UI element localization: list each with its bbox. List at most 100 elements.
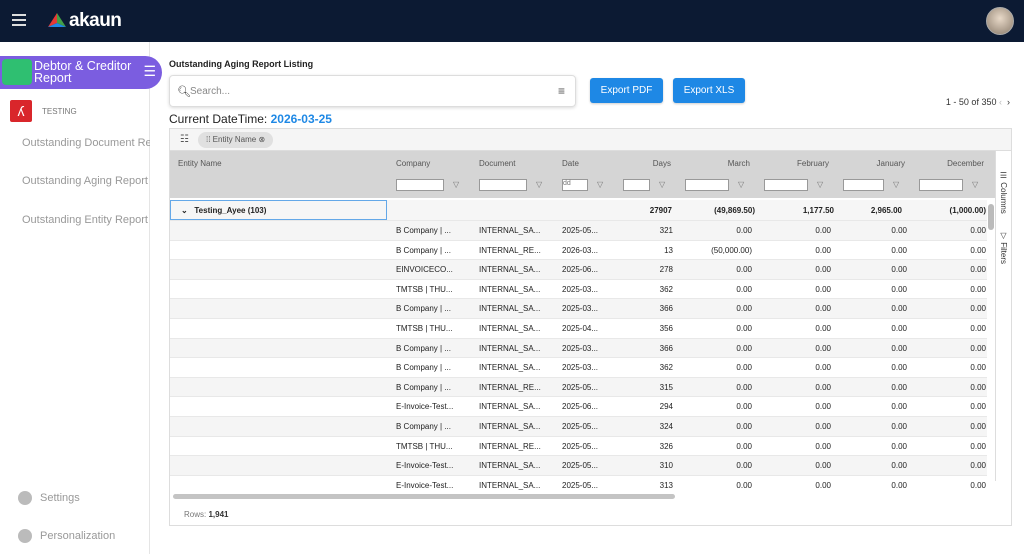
table-cell: 313 (659, 480, 673, 490)
sidebar-item-outstanding-aging[interactable]: Outstanding Aging Report (22, 175, 150, 187)
app-title[interactable]: Debtor & Creditor Report ☰ (0, 56, 162, 89)
column-header[interactable]: Company (396, 159, 465, 168)
table-cell: 326 (659, 441, 673, 451)
table-cell: 2025-05... (562, 226, 599, 235)
table-cell: INTERNAL_SA... (479, 343, 541, 353)
collapse-menu-icon[interactable]: ☰ (143, 64, 156, 78)
table-cell: 0.00 (970, 343, 986, 353)
table-cell: 2025-05... (562, 480, 599, 490)
next-page-icon[interactable]: › (1007, 97, 1010, 107)
column-header[interactable]: Document (479, 159, 548, 168)
table-row[interactable]: TMTSB | THU... INTERNAL_RE... 2025-05... 32… (170, 435, 987, 456)
table-row[interactable]: B Company | ... INTERNAL_SA... 2025-03... 3… (170, 337, 987, 358)
column-header[interactable]: December (919, 159, 984, 168)
column-filter-input[interactable] (843, 179, 884, 191)
table-cell: B Company | ... (396, 343, 451, 353)
section-testing: ʎ TESTING (10, 100, 77, 122)
column-filter-input[interactable] (623, 179, 650, 191)
column-filter-input[interactable]: dd (562, 179, 588, 191)
filter-icon[interactable]: ▽ (597, 180, 603, 189)
table-cell: 2025-05... (562, 422, 599, 431)
table-row[interactable]: E-Invoice-Test... INTERNAL_SA... 2025-05..… (170, 474, 987, 495)
filter-icon[interactable]: ▽ (972, 180, 978, 189)
search-icon: 🔍︎ (177, 86, 191, 98)
filter-icon[interactable]: ▽ (659, 180, 665, 189)
column-filter-input[interactable] (479, 179, 527, 191)
column-filter-input[interactable] (685, 179, 729, 191)
export-xls-button[interactable]: Export XLS (673, 78, 745, 103)
column-header[interactable]: January (843, 159, 905, 168)
table-row[interactable]: EINVOICECO... INTERNAL_SA... 2025-06... 278… (170, 259, 987, 279)
table-cell: 0.00 (815, 480, 831, 490)
prev-page-icon[interactable]: ‹ (999, 97, 1002, 107)
table-row[interactable]: B Company | ... INTERNAL_SA... 2025-05... 3… (170, 220, 987, 240)
app-title-text: Debtor & Creditor Report (34, 59, 132, 85)
vertical-scrollbar[interactable] (988, 204, 994, 230)
filter-icon[interactable]: ▽ (738, 180, 744, 189)
table-cell: 0.00 (815, 441, 831, 451)
table-cell: (50,000.00) (711, 245, 752, 255)
sidebar-personalization[interactable]: Personalization (18, 529, 115, 543)
table-cell: INTERNAL_RE... (479, 441, 541, 451)
table-cell: INTERNAL_SA... (479, 265, 541, 275)
table-row[interactable]: B Company | ... INTERNAL_RE... 2025-05... 3… (170, 376, 987, 397)
table-cell: 0.00 (736, 265, 752, 275)
table-row[interactable]: B Company | ... INTERNAL_SA... 2025-03... 3… (170, 298, 987, 318)
logo[interactable]: akaun (48, 10, 122, 32)
table-cell: 0.00 (891, 284, 907, 294)
table-cell: 310 (659, 461, 673, 471)
group-chip[interactable]: ⁞⁞ Entity Name ⊗ (198, 132, 274, 148)
personalization-label: Personalization (40, 530, 116, 542)
columns-tab[interactable]: ☰ Columns (999, 171, 1008, 214)
table-cell: 2025-05... (562, 461, 599, 471)
filter-icon[interactable]: ▽ (536, 180, 542, 189)
table-cell: 0.00 (970, 382, 986, 392)
remove-chip-icon[interactable]: ⊗ (258, 135, 265, 144)
chevron-down-icon[interactable]: ⌄ (181, 206, 188, 215)
horizontal-scrollbar[interactable] (173, 494, 675, 499)
column-header[interactable]: Entity Name (178, 159, 382, 168)
user-avatar[interactable] (986, 7, 1014, 35)
person-icon (18, 529, 32, 543)
table-cell: 0.00 (815, 422, 831, 431)
table-cell: 278 (659, 265, 673, 275)
filters-tab[interactable]: ▽ Filters (999, 231, 1008, 264)
filter-icon[interactable]: ▽ (817, 180, 823, 189)
group-december: (1,000.00) (949, 206, 986, 215)
sidebar: Debtor & Creditor Report ☰ ʎ TESTING Out… (0, 42, 162, 554)
table-cell: 0.00 (970, 245, 986, 255)
table-row[interactable]: B Company | ... INTERNAL_SA... 2025-03... 3… (170, 357, 987, 377)
table-cell: TMTSB | THU... (396, 441, 453, 451)
table-row[interactable]: B Company | ... INTERNAL_SA... 2025-05... 3… (170, 416, 987, 436)
table-row[interactable]: B Company | ... INTERNAL_RE... 2026-03... 1… (170, 239, 987, 260)
table-row[interactable]: E-Invoice-Test... INTERNAL_SA... 2025-05..… (170, 455, 987, 475)
sidebar-item-outstanding-entity[interactable]: Outstanding Entity Report (22, 214, 150, 226)
export-pdf-button[interactable]: Export PDF (590, 78, 663, 103)
filter-icon[interactable]: ▽ (893, 180, 899, 189)
table-cell: 0.00 (970, 363, 986, 373)
sidebar-settings[interactable]: Settings (18, 491, 80, 505)
search-input[interactable]: 🔍︎ Search... ≡ (169, 75, 576, 107)
column-header[interactable]: February (764, 159, 829, 168)
table-row[interactable]: E-Invoice-Test... INTERNAL_SA... 2025-06..… (170, 396, 987, 416)
filter-icon[interactable]: ▽ (453, 180, 459, 189)
column-filter-input[interactable] (919, 179, 963, 191)
group-cell[interactable]: ⌄ Testing_Ayee (103) (170, 200, 387, 220)
table-cell: 0.00 (736, 480, 752, 490)
column-header[interactable]: Days (623, 159, 671, 168)
column-header[interactable]: Date (562, 159, 609, 168)
table-cell: 2026-03... (562, 245, 599, 255)
group-row[interactable]: ⌄ Testing_Ayee (103) 27907 (49,869.50) 1… (170, 200, 987, 220)
gear-icon (18, 491, 32, 505)
filter-icon[interactable]: ≡ (558, 84, 565, 98)
rows-label: Rows: (184, 510, 207, 519)
table-cell: TMTSB | THU... (396, 284, 453, 294)
table-row[interactable]: TMTSB | THU... INTERNAL_SA... 2025-03... 36… (170, 278, 987, 299)
table-cell: INTERNAL_RE... (479, 245, 541, 255)
menu-icon[interactable] (12, 14, 26, 26)
sidebar-item-outstanding-document[interactable]: Outstanding Document Report (22, 137, 150, 149)
column-filter-input[interactable] (396, 179, 444, 191)
table-row[interactable]: TMTSB | THU... INTERNAL_SA... 2025-04... 35… (170, 318, 987, 338)
column-header[interactable]: March (685, 159, 750, 168)
column-filter-input[interactable] (764, 179, 808, 191)
